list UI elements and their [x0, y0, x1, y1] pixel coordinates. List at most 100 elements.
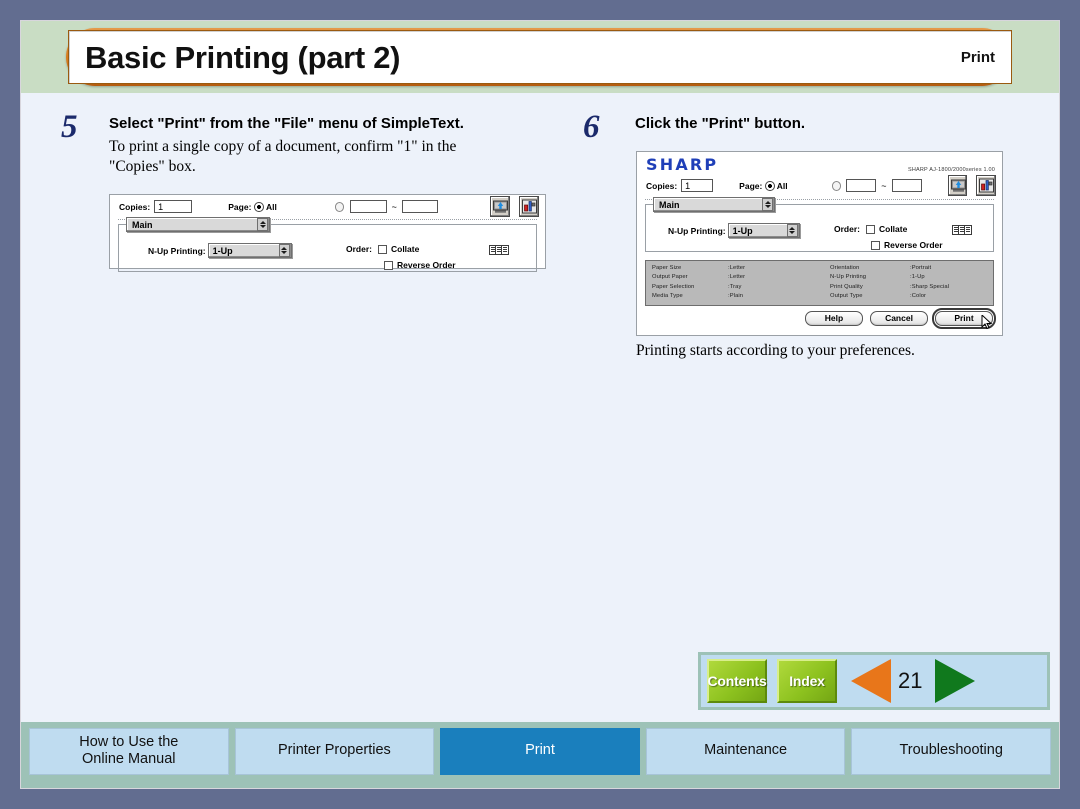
range-separator-6: ~	[881, 180, 887, 191]
collate-label-5: Collate	[390, 244, 420, 254]
page-range-radio-5[interactable]	[334, 201, 345, 212]
summary-left-column: Paper Size Output Paper Paper Selection …	[652, 264, 830, 302]
summary-right-values: :Portrait :1-Up :Sharp Special :Color	[910, 264, 949, 302]
panel-selector-stepper-5[interactable]	[257, 218, 268, 231]
step-5-body: To print a single copy of a document, co…	[109, 137, 541, 177]
summary-value: :Tray	[728, 283, 742, 290]
summary-key: Output Paper	[652, 274, 688, 281]
nup-printing-row-5: N-Up Printing: 1-Up	[148, 243, 292, 258]
print-dialog-top-row-5: Copies: 1 Page: All ~	[110, 195, 545, 219]
mouse-cursor-icon	[981, 314, 993, 329]
nup-stepper-6[interactable]	[786, 224, 798, 237]
page-thumbnails-icon	[952, 225, 972, 235]
collate-checkbox-5[interactable]	[377, 244, 387, 254]
page-number: 21	[898, 668, 923, 693]
page-all-label-6: All	[776, 180, 788, 191]
tab-print[interactable]: Print	[440, 727, 640, 775]
section-tab-bar: How to Use the Online Manual Printer Pro…	[21, 722, 1059, 788]
page-range-to-input-5[interactable]	[401, 200, 439, 213]
print-button[interactable]: Print	[932, 307, 996, 329]
step-5-heading: Select "Print" from the "File" menu of S…	[109, 115, 464, 132]
panel-selector-5[interactable]: Main	[126, 217, 270, 232]
page-all-radio-6[interactable]	[765, 180, 775, 191]
summary-value: :Sharp Special	[910, 283, 950, 290]
page-range-to-input-6[interactable]	[891, 179, 922, 192]
collate-checkbox-6[interactable]	[865, 224, 875, 234]
utility-tools-icon[interactable]	[976, 175, 997, 196]
index-button-label: Index	[789, 673, 825, 689]
tab-label: Print	[525, 742, 555, 759]
panel-selector-stepper-6[interactable]	[762, 198, 773, 211]
summary-value: :Letter	[728, 265, 746, 271]
tab-maintenance[interactable]: Maintenance	[645, 727, 846, 775]
step-6-heading: Click the "Print" button.	[635, 115, 806, 132]
step-5: 5 Select "Print" from the "File" menu of…	[61, 111, 541, 177]
nup-select-6[interactable]: 1-Up	[727, 223, 800, 238]
summary-value: :1-Up	[910, 274, 925, 281]
panel-selector-label-5: Main	[132, 219, 153, 230]
page-label-6: Page:	[739, 180, 763, 191]
step-6: 6 Click the "Print" button.	[583, 111, 1003, 144]
contents-button[interactable]: Contents	[707, 659, 767, 703]
summary-key: Paper Size	[652, 265, 682, 271]
summary-key: Paper Selection	[652, 283, 695, 290]
copies-input-5[interactable]: 1	[154, 200, 193, 213]
summary-right-keys: Orientation N-Up Printing Print Quality …	[830, 264, 910, 302]
dialog-button-row: Help Cancel Print	[637, 307, 1002, 331]
print-dialog-step6[interactable]: SHARP SHARP AJ-1800/2000series 1.00 Copi…	[636, 151, 1003, 336]
tab-troubleshooting[interactable]: Troubleshooting	[851, 727, 1051, 775]
reverse-order-checkbox-6[interactable]	[871, 240, 880, 250]
copies-input-6[interactable]: 1	[681, 179, 714, 192]
tab-label: Troubleshooting	[899, 742, 1003, 759]
step-5-number: 5	[61, 109, 78, 145]
tab-how-to-use-the-online-manual[interactable]: How to Use the Online Manual	[29, 727, 229, 775]
order-block-5: Order: Collate Reverse Order	[346, 244, 456, 270]
copies-label-5: Copies:	[119, 201, 151, 212]
page-thumbnails-icon	[489, 245, 509, 255]
utility-tools-icon[interactable]	[519, 196, 540, 217]
summary-left-values: :Letter :Letter :Tray :Plain	[728, 264, 745, 302]
tab-label: Printer Properties	[277, 742, 391, 759]
printer-upload-icon[interactable]	[490, 196, 511, 217]
order-block-6: Order: Collate Reverse Order	[834, 224, 943, 250]
cancel-button[interactable]: Cancel	[870, 310, 928, 326]
copies-label-6: Copies:	[646, 180, 678, 191]
nup-label-6: N-Up Printing:	[668, 225, 726, 236]
printer-upload-icon[interactable]	[947, 175, 968, 196]
driver-version-label: SHARP AJ-1800/2000series 1.00	[907, 166, 995, 174]
nup-stepper-5[interactable]	[278, 244, 290, 257]
summary-value: :Letter	[728, 274, 746, 281]
help-button[interactable]: Help	[805, 310, 863, 326]
page-range-radio-6[interactable]	[831, 180, 842, 191]
range-separator-5: ~	[391, 201, 397, 212]
main-settings-group-6: Main N-Up Printing: 1-Up Order: Collate …	[645, 197, 994, 252]
page-range-from-input-6[interactable]	[846, 179, 877, 192]
tab-label-line-1: How to Use the	[79, 733, 179, 750]
index-button[interactable]: Index	[777, 659, 837, 703]
page-all-radio-5[interactable]	[254, 201, 264, 212]
print-button-label: Print	[954, 313, 974, 324]
reverse-order-checkbox-5[interactable]	[384, 260, 393, 270]
page-navigation-panel: Contents Index 21	[698, 652, 1050, 710]
settings-summary-panel: Paper Size Output Paper Paper Selection …	[645, 260, 994, 306]
panel-selector-label-6: Main	[659, 199, 680, 210]
contents-button-label: Contents	[707, 673, 767, 689]
tab-printer-properties[interactable]: Printer Properties	[234, 727, 435, 775]
step-5-body-line-2: "Copies" box.	[109, 157, 196, 175]
header-section-label: Print	[960, 48, 995, 66]
page-all-label-5: All	[265, 201, 277, 212]
page-title: Basic Printing (part 2)	[85, 39, 401, 75]
nup-value-5: 1-Up	[212, 245, 233, 256]
summary-key: Media Type	[652, 293, 683, 300]
previous-page-arrow-icon[interactable]	[851, 659, 891, 703]
panel-selector-6[interactable]: Main	[653, 197, 775, 212]
next-page-arrow-icon[interactable]	[935, 659, 976, 703]
summary-value: :Color	[910, 293, 927, 300]
summary-key: N-Up Printing	[830, 274, 867, 281]
page-range-from-input-5[interactable]	[350, 200, 387, 213]
summary-right-column: Orientation N-Up Printing Print Quality …	[830, 264, 949, 302]
print-dialog-step5[interactable]: Copies: 1 Page: All ~ Main N-Up Printing…	[109, 194, 546, 272]
step-6-after-text: Printing starts according to your prefer…	[636, 342, 915, 359]
nup-select-5[interactable]: 1-Up	[207, 243, 292, 258]
print-dialog-top-row-6: Copies: 1 Page: All ~	[637, 175, 1002, 199]
